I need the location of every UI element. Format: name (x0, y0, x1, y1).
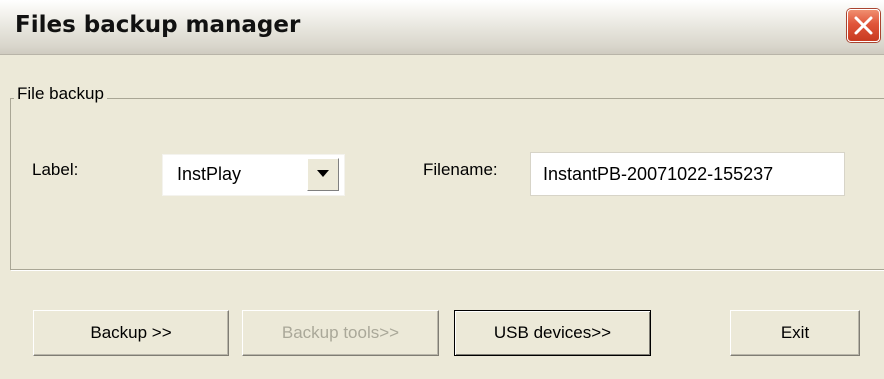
label-dropdown-value: InstPlay (177, 164, 242, 184)
group-legend: File backup (14, 84, 107, 104)
filename-caption: Filename: (423, 160, 498, 179)
chevron-down-icon (317, 170, 329, 177)
filename-field-value: InstantPB-20071022-155237 (543, 164, 774, 184)
files-backup-manager-window: Files backup manager File backup Label: … (0, 0, 884, 379)
backup-button[interactable]: Backup >> (33, 310, 229, 356)
exit-button[interactable]: Exit (730, 310, 860, 356)
close-button[interactable] (847, 9, 880, 42)
close-icon (854, 16, 873, 35)
dropdown-arrow-button[interactable] (307, 158, 339, 191)
title-bar[interactable]: Files backup manager (0, 0, 884, 55)
label-dropdown[interactable]: InstPlay (162, 154, 345, 196)
window-title: Files backup manager (15, 12, 301, 38)
filename-field[interactable]: InstantPB-20071022-155237 (530, 152, 845, 196)
usb-devices-button[interactable]: USB devices>> (454, 310, 651, 356)
backup-tools-button[interactable]: Backup tools>> (242, 310, 439, 356)
label-caption: Label: (32, 160, 79, 179)
